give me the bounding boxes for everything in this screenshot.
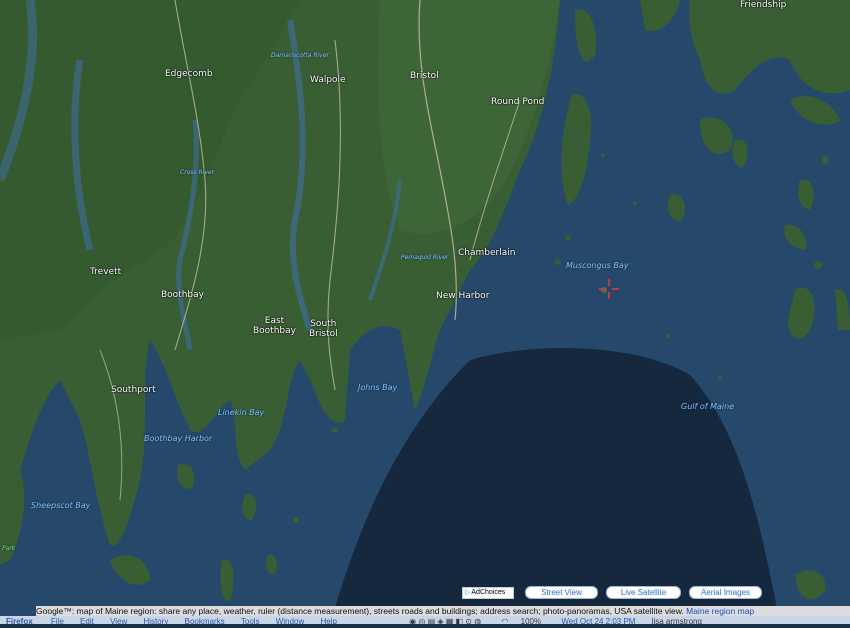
aerial-images-button[interactable]: Aerial Images xyxy=(689,586,762,599)
label-walpole: Walpole xyxy=(310,75,346,85)
label-new-harbor: New Harbor xyxy=(436,291,490,301)
label-boothbay: Boothbay xyxy=(161,290,204,300)
label-east-boothbay: East Boothbay xyxy=(253,316,296,336)
menu-view[interactable]: View xyxy=(110,616,127,624)
menu-edit[interactable]: Edit xyxy=(80,616,94,624)
label-damariscotta-river: Damariscotta River xyxy=(271,52,329,59)
status-icons: ◉ ◎ ▤ ◈ ▦ ◧ ⊙ ◍ xyxy=(409,617,482,624)
menu-file[interactable]: File xyxy=(51,616,64,624)
menu-tools[interactable]: Tools xyxy=(241,616,260,624)
label-south-bristol: South Bristol xyxy=(309,319,338,339)
label-friendship: Friendship xyxy=(740,0,787,10)
label-trevett: Trevett xyxy=(90,267,122,277)
label-park: Park xyxy=(2,545,16,552)
label-muscongus-bay: Muscongus Bay xyxy=(566,261,629,270)
label-linekin-bay: Linekin Bay xyxy=(218,408,265,417)
label-johns-bay: Johns Bay xyxy=(358,383,398,392)
label-edgecomb: Edgecomb xyxy=(165,69,213,79)
adchoices-button[interactable]: ▷AdChoices xyxy=(462,587,514,599)
adchoices-label: AdChoices xyxy=(471,589,506,596)
menubar-datetime[interactable]: Wed Oct 24 2:03 PM xyxy=(561,616,635,624)
label-round-pond: Round Pond xyxy=(491,97,545,107)
adchoices-icon: ▷ xyxy=(465,589,471,596)
satellite-map[interactable] xyxy=(0,0,850,624)
label-pemaquid-river: Pemaquid River xyxy=(401,254,449,261)
menu-help[interactable]: Help xyxy=(320,616,336,624)
menubar-user[interactable]: lisa armstrong xyxy=(652,616,702,624)
menu-window[interactable]: Window xyxy=(276,616,304,624)
label-sheepscot-bay: Sheepscot Bay xyxy=(31,501,91,510)
footer-description: Google™: map of Maine region: share any … xyxy=(36,606,850,616)
menu-bookmarks[interactable]: Bookmarks xyxy=(185,616,225,624)
location-crosshair-icon[interactable] xyxy=(599,279,619,299)
maine-region-map-link[interactable]: Maine region map xyxy=(686,606,754,616)
system-menubar: Firefox File Edit View History Bookmarks… xyxy=(0,616,850,624)
label-gulf-of-maine: Gulf of Maine xyxy=(681,402,735,411)
footer-text: Google™: map of Maine region: share any … xyxy=(36,606,687,616)
menu-app-firefox[interactable]: Firefox xyxy=(6,616,33,624)
live-satellite-button[interactable]: Live Satellite xyxy=(606,586,681,599)
label-boothbay-harbor: Boothbay Harbor xyxy=(144,434,213,443)
label-southport: Southport xyxy=(111,385,156,395)
wifi-icon[interactable]: ◠ xyxy=(501,616,508,624)
battery-level: 100% xyxy=(520,617,542,624)
label-bristol: Bristol xyxy=(410,71,439,81)
street-view-button[interactable]: Street View xyxy=(525,586,598,599)
menu-history[interactable]: History xyxy=(144,616,169,624)
label-chamberlain: Chamberlain xyxy=(458,248,516,258)
label-cross-river: Cross River xyxy=(180,169,215,176)
